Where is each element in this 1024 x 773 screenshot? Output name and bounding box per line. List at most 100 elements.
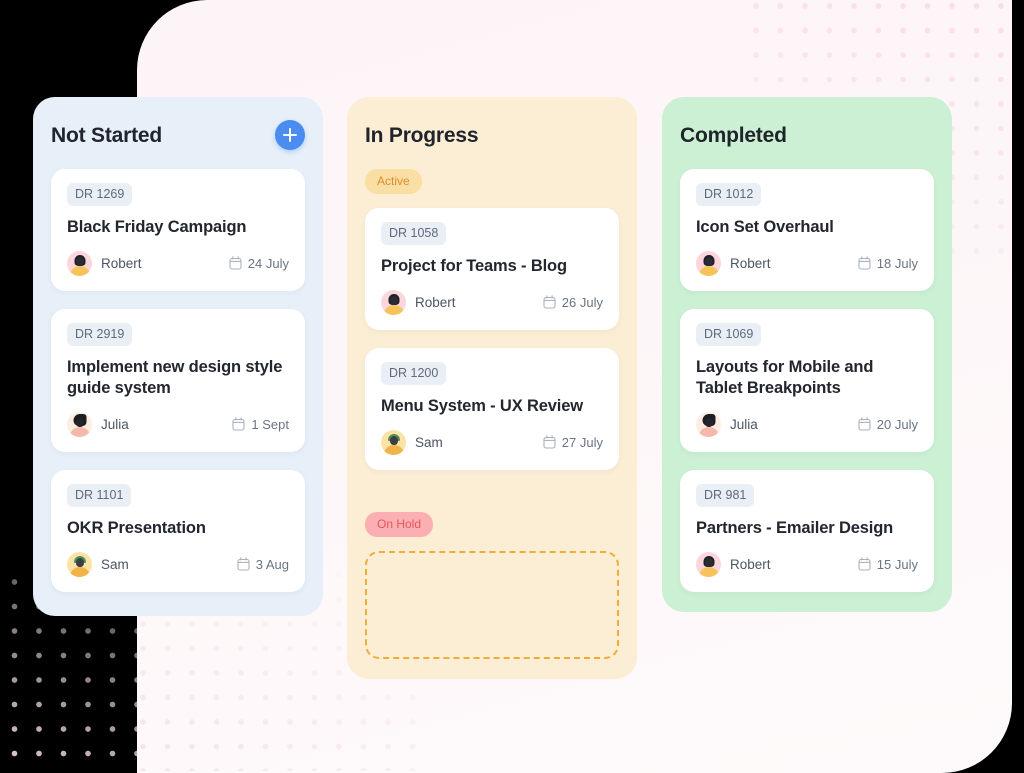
task-card[interactable]: DR 1058 Project for Teams - Blog Robert 26 … <box>365 208 619 330</box>
avatar <box>381 429 406 455</box>
avatar-body <box>383 304 404 315</box>
task-due-date[interactable]: 3 Aug <box>237 557 289 572</box>
avatar <box>696 411 721 437</box>
calendar-icon <box>858 256 871 271</box>
task-card-footer: Robert 26 July <box>381 289 603 315</box>
task-ticket-id: DR 1069 <box>696 322 762 346</box>
task-due-date[interactable]: 18 July <box>858 256 918 271</box>
task-ticket-id: DR 1200 <box>381 361 447 385</box>
task-title: Implement new design style guide system <box>67 357 283 397</box>
due-date-label: 26 July <box>561 294 603 310</box>
task-due-date[interactable]: 27 July <box>543 435 603 450</box>
calendar-icon <box>858 557 871 571</box>
task-title: Layouts for Mobile and Tablet Breakpoint… <box>696 357 874 397</box>
task-assignee[interactable]: Sam <box>67 551 129 577</box>
column-header: In Progress <box>365 119 619 151</box>
due-date-label: 18 July <box>876 255 918 271</box>
task-title: OKR Presentation <box>67 518 206 537</box>
assignee-name: Robert <box>730 255 771 271</box>
task-assignee[interactable]: Sam <box>381 429 443 455</box>
task-title: Partners - Emailer Design <box>696 518 894 537</box>
column-header: Not Started <box>51 119 305 151</box>
task-ticket-id: DR 1012 <box>696 183 762 206</box>
task-card[interactable]: DR 1101 OKR Presentation Sam 3 Aug <box>51 469 305 592</box>
task-card[interactable]: DR 981 Partners - Emailer Design Robert 15 … <box>680 469 934 592</box>
task-assignee[interactable]: Julia <box>67 411 129 437</box>
avatar-body <box>69 265 90 276</box>
task-card-footer: Robert 18 July <box>696 250 918 276</box>
avatar-head <box>704 256 713 266</box>
task-card[interactable]: DR 1269 Black Friday Campaign Robert 24 Jul… <box>51 169 305 291</box>
kanban-column-not-started: Not Started DR 1269 Black Friday Campaign R… <box>33 97 323 616</box>
due-date-label: 15 July <box>876 556 918 572</box>
avatar-body <box>698 566 719 577</box>
task-due-date[interactable]: 24 July <box>229 256 289 271</box>
avatar-body <box>69 426 90 437</box>
task-ticket-id: DR 981 <box>696 483 755 507</box>
task-card[interactable]: DR 1200 Menu System - UX Review Sam 27 July <box>365 347 619 470</box>
task-card-footer: Julia 1 Sept <box>67 411 289 437</box>
avatar <box>67 250 92 276</box>
status-badge-active[interactable]: Active <box>365 169 422 194</box>
task-card[interactable]: DR 2919 Implement new design style guide … <box>51 308 305 452</box>
calendar-icon <box>543 435 556 449</box>
due-date-label: 20 July <box>876 416 918 432</box>
task-ticket-id: DR 1058 <box>381 222 447 245</box>
column-header: Completed <box>680 119 934 151</box>
task-card-footer: Robert 24 July <box>67 250 289 276</box>
task-assignee[interactable]: Julia <box>696 411 758 437</box>
task-due-date[interactable]: 15 July <box>858 557 918 572</box>
add-task-button[interactable] <box>275 120 305 150</box>
task-card-footer: Sam 3 Aug <box>67 551 289 577</box>
assignee-name: Julia <box>101 416 129 432</box>
column-title: In Progress <box>365 123 479 147</box>
task-title: Menu System - UX Review <box>381 396 583 415</box>
task-due-date[interactable]: 26 July <box>543 295 603 310</box>
task-card-footer: Julia 20 July <box>696 411 918 437</box>
avatar-body <box>69 566 90 577</box>
calendar-icon <box>232 417 245 431</box>
task-ticket-id: DR 1269 <box>67 183 133 206</box>
task-due-date[interactable]: 1 Sept <box>232 417 289 432</box>
calendar-icon <box>858 417 871 431</box>
avatar-head <box>75 417 84 427</box>
avatar <box>696 551 721 577</box>
assignee-name: Julia <box>730 416 758 432</box>
task-dropzone[interactable] <box>365 550 619 659</box>
assignee-name: Sam <box>101 556 129 572</box>
avatar-head <box>389 435 398 445</box>
kanban-column-completed: Completed DR 1012 Icon Set Overhaul Robert 1… <box>662 97 952 612</box>
assignee-name: Robert <box>101 255 142 271</box>
due-date-label: 27 July <box>561 434 603 450</box>
task-card-footer: Sam 27 July <box>381 429 603 455</box>
kanban-board: Not Started DR 1269 Black Friday Campaign R… <box>0 0 1024 773</box>
avatar <box>696 250 721 276</box>
task-assignee[interactable]: Robert <box>696 250 771 276</box>
avatar-body <box>383 444 404 455</box>
task-card[interactable]: DR 1069 Layouts for Mobile and Tablet Bre… <box>680 308 934 452</box>
due-date-label: 1 Sept <box>251 416 289 432</box>
task-card[interactable]: DR 1012 Icon Set Overhaul Robert 18 July <box>680 169 934 291</box>
avatar-head <box>704 557 713 567</box>
task-ticket-id: DR 2919 <box>67 322 133 346</box>
calendar-icon <box>237 557 250 571</box>
avatar-head <box>389 295 398 305</box>
task-due-date[interactable]: 20 July <box>858 417 918 432</box>
assignee-name: Robert <box>415 294 456 310</box>
assignee-name: Robert <box>730 556 771 572</box>
due-date-label: 24 July <box>247 255 289 271</box>
avatar <box>67 551 92 577</box>
column-title: Completed <box>680 123 787 147</box>
kanban-column-in-progress: In Progress Active DR 1058 Project for Team… <box>347 97 637 679</box>
task-title: Project for Teams - Blog <box>381 257 567 275</box>
task-assignee[interactable]: Robert <box>381 289 456 315</box>
avatar <box>67 411 92 437</box>
avatar-head <box>75 557 84 567</box>
calendar-icon <box>229 256 242 271</box>
avatar <box>381 289 406 315</box>
task-ticket-id: DR 1101 <box>67 483 132 507</box>
avatar-head <box>704 417 713 427</box>
status-badge-onhold[interactable]: On Hold <box>365 511 434 537</box>
task-assignee[interactable]: Robert <box>67 250 142 276</box>
task-assignee[interactable]: Robert <box>696 551 771 577</box>
